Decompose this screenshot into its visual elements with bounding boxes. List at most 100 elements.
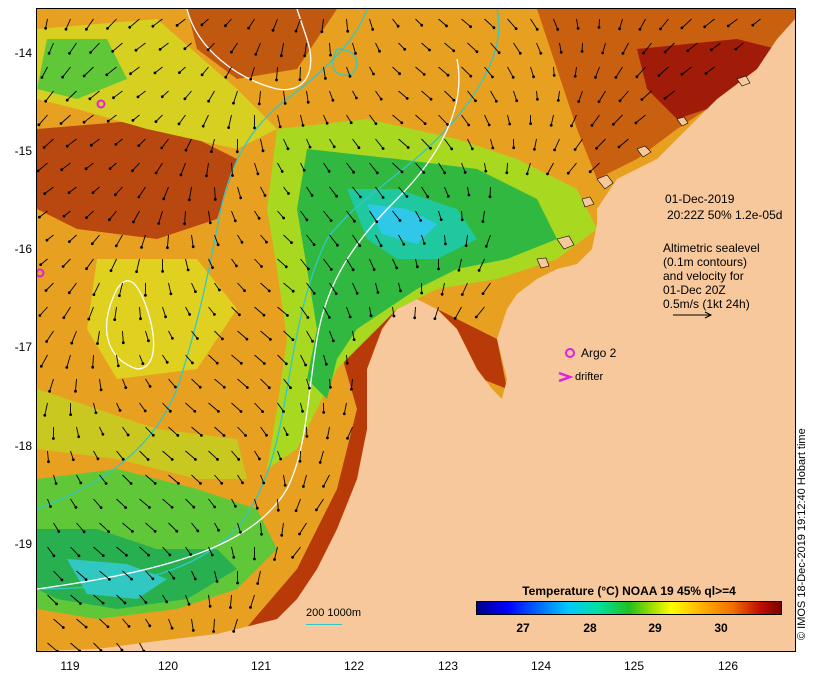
velocity-arrow-head — [109, 269, 113, 272]
velocity-arrow-head — [354, 52, 357, 55]
velocity-arrow-head — [38, 314, 42, 317]
velocity-arrow-head — [257, 216, 261, 220]
velocity-arrow-head — [556, 99, 560, 102]
velocity-arrow-head — [601, 51, 605, 55]
velocity-arrow-head — [220, 481, 224, 485]
velocity-arrow-head — [171, 336, 174, 340]
velocity-arrow-head — [298, 532, 301, 536]
velocity-arrow-head — [261, 410, 264, 413]
velocity-arrow-head — [39, 364, 43, 368]
velocity-arrow-head — [82, 120, 86, 124]
velocity-arrow-head — [262, 481, 266, 485]
velocity-arrow-head — [193, 409, 197, 413]
velocity-arrow-head — [235, 264, 238, 268]
velocity-arrow-head — [42, 146, 46, 149]
velocity-arrow-head — [118, 409, 122, 412]
velocity-arrow-head — [518, 51, 522, 55]
velocity-arrow-head — [189, 553, 193, 556]
velocity-arrow-head — [464, 244, 468, 248]
velocity-arrow-head — [239, 361, 243, 365]
velocity-arrow-head — [491, 146, 495, 150]
velocity-arrow-head — [65, 366, 69, 369]
velocity-arrow-head — [621, 52, 625, 55]
velocity-arrow-head — [239, 196, 243, 200]
velocity-arrow-head — [439, 218, 443, 222]
velocity-arrow-head — [47, 460, 50, 464]
velocity-arrow-head — [104, 482, 108, 485]
velocity-arrow-head — [253, 126, 256, 130]
velocity-arrow-head — [131, 530, 134, 533]
velocity-arrow-head — [492, 26, 496, 30]
velocity-arrow-head — [294, 29, 298, 33]
velocity-arrow-head — [294, 509, 298, 512]
velocity-arrow-head — [101, 554, 105, 557]
lon-tick-label: 122 — [343, 659, 365, 673]
velocity-arrow-head — [82, 74, 86, 78]
velocity-arrow-head — [194, 290, 197, 293]
velocity-arrow-head — [265, 240, 268, 244]
velocity-arrow-head — [405, 195, 409, 198]
velocity-arrow-head — [176, 434, 180, 437]
velocity-arrow-head — [291, 555, 294, 559]
velocity-arrow-head — [331, 98, 335, 102]
velocity-arrow-head — [224, 75, 228, 79]
velocity-arrow-head — [657, 74, 661, 77]
velocity-arrow-head — [108, 577, 111, 581]
lon-tick-label: 123 — [437, 659, 459, 673]
velocity-arrow-head — [533, 147, 536, 151]
velocity-arrow-head — [415, 265, 419, 269]
velocity-arrow-head — [64, 27, 68, 31]
velocity-arrow-head — [105, 73, 109, 77]
velocity-arrow-head — [265, 433, 268, 437]
velocity-arrow-head — [395, 266, 399, 270]
velocity-arrow-head — [212, 630, 216, 633]
velocity-arrow-head — [213, 198, 217, 201]
velocity-arrow-head — [213, 505, 217, 509]
velocity-arrow-head — [381, 196, 385, 199]
velocity-arrow-head — [165, 360, 169, 364]
velocity-arrow-head — [481, 220, 485, 223]
velocity-arrow-head — [188, 313, 192, 316]
velocity-arrow-head — [199, 482, 202, 485]
velocity-arrow-head — [349, 121, 353, 125]
velocity-arrow-head — [166, 246, 169, 250]
velocity-arrow-head — [77, 554, 81, 558]
velocity-arrow-head — [147, 339, 150, 343]
velocity-arrow-head — [196, 337, 199, 340]
velocity-arrow-head — [420, 23, 424, 27]
velocity-arrow-head — [282, 216, 285, 220]
velocity-arrow-head — [170, 626, 174, 630]
velocity-arrow-head — [311, 339, 314, 343]
velocity-arrow-head — [539, 51, 543, 55]
velocity-arrow-head — [218, 288, 221, 292]
velocity-arrow-head — [577, 100, 581, 103]
altimetry-note-line: and velocity for — [663, 269, 744, 283]
velocity-arrow-head — [192, 505, 196, 509]
velocity-arrow-head — [61, 75, 64, 79]
velocity-arrow-head — [445, 24, 448, 28]
velocity-arrow-head — [352, 338, 356, 341]
velocity-arrow-head — [84, 625, 88, 629]
velocity-arrow-head — [514, 27, 518, 31]
velocity-arrow-head — [201, 124, 205, 128]
velocity-arrow-head — [175, 24, 179, 27]
velocity-arrow-head — [262, 362, 266, 365]
velocity-arrow-head — [305, 218, 309, 222]
velocity-arrow-head — [570, 124, 573, 128]
velocity-arrow-head — [614, 76, 618, 79]
velocity-arrow-head — [429, 146, 432, 150]
image-time: 20:22Z 50% 1.2e-05d — [667, 208, 783, 222]
velocity-arrow-head — [213, 313, 216, 316]
velocity-arrow-head — [508, 122, 512, 126]
velocity-arrow-head — [446, 73, 450, 77]
velocity-arrow-head — [249, 606, 252, 609]
velocity-arrow-head — [243, 289, 246, 292]
velocity-arrow-head — [143, 409, 147, 413]
velocity-arrow-head — [324, 362, 328, 366]
velocity-arrow-head — [751, 23, 755, 27]
velocity-arrow-head — [60, 578, 64, 582]
map-panel[interactable]: 01-Dec-2019 20:22Z 50% 1.2e-05d Altimetr… — [36, 8, 796, 652]
velocity-arrow-head — [114, 193, 117, 197]
velocity-arrow-head — [413, 316, 417, 320]
sst-map — [37, 9, 795, 651]
